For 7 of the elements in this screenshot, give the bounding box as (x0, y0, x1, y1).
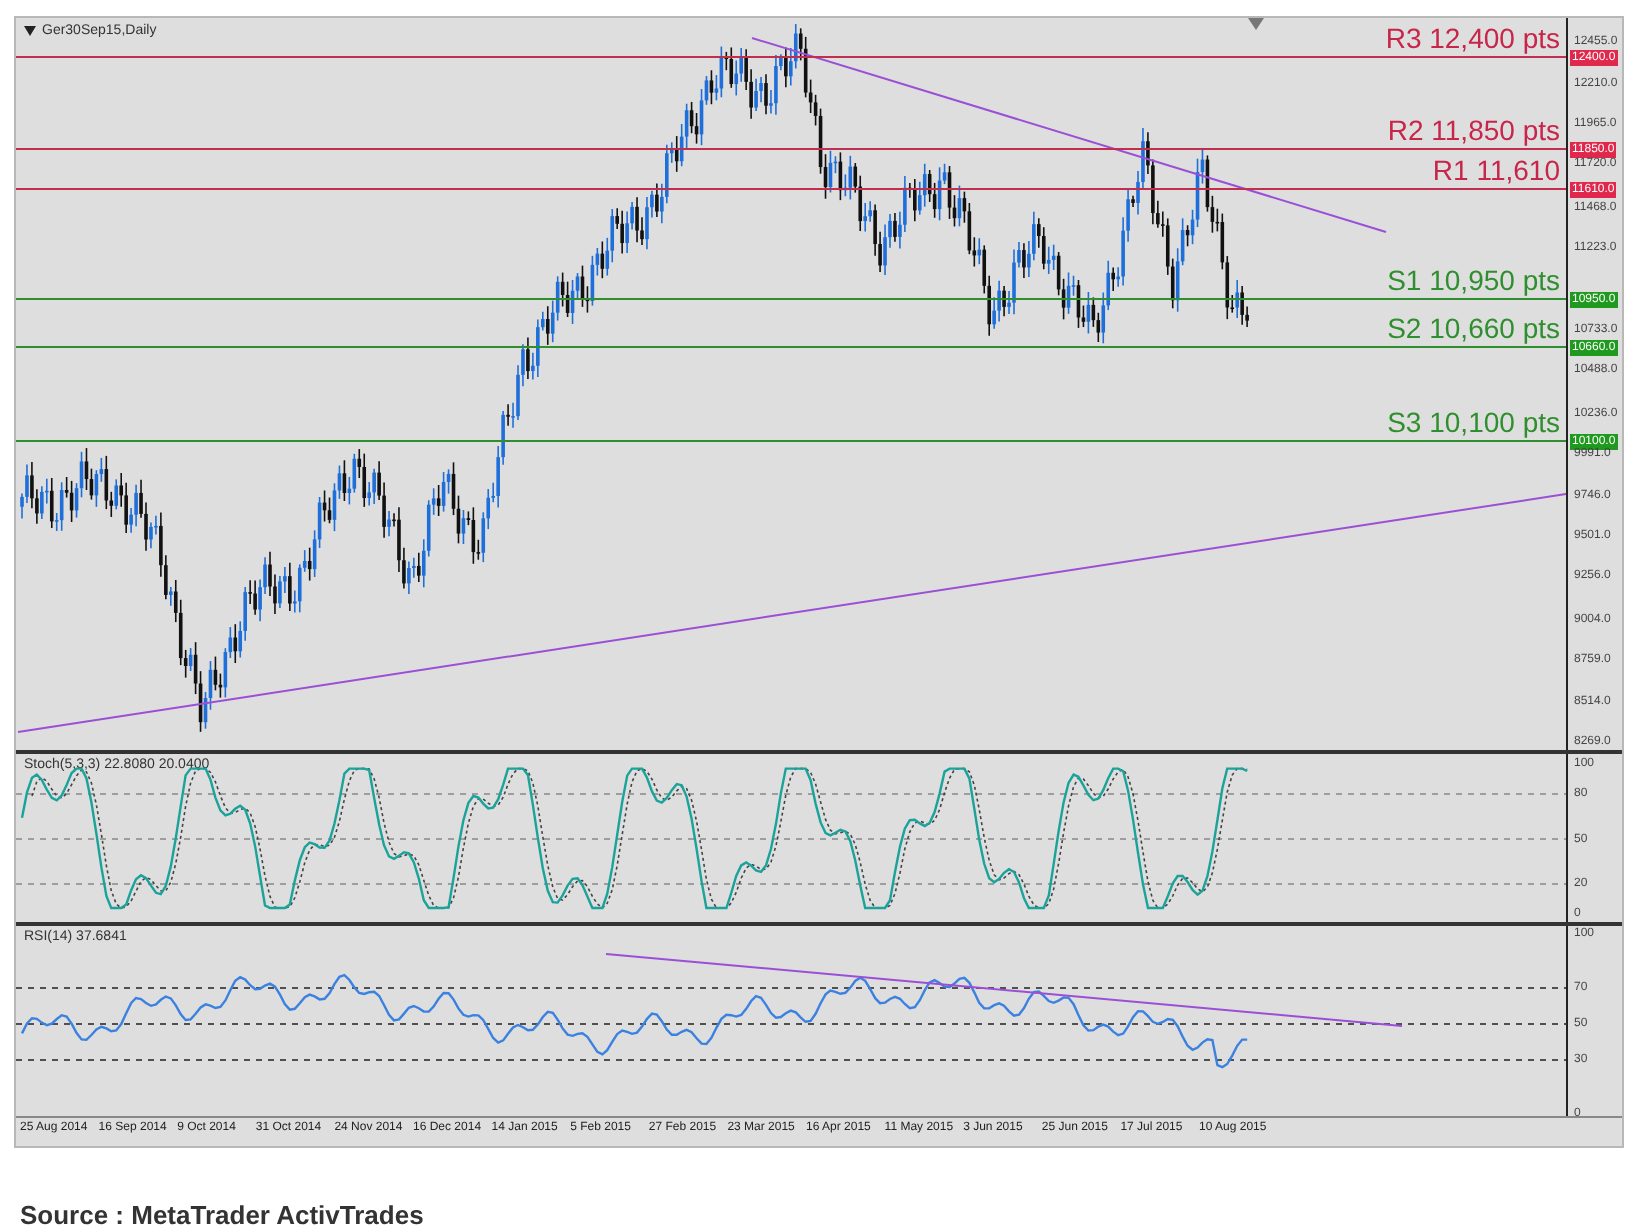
level-label: R1 11,610 (1432, 155, 1560, 184)
level-label: R2 11,850 pts (1387, 115, 1560, 144)
level-label: S2 10,660 pts (1387, 314, 1560, 343)
level-label: S3 10,100 pts (1387, 407, 1560, 436)
level-label: S1 10,950 pts (1387, 265, 1560, 294)
source-caption: Source : MetaTrader ActivTrades (20, 1200, 424, 1230)
level-label: R3 12,400 pts (1385, 23, 1560, 52)
